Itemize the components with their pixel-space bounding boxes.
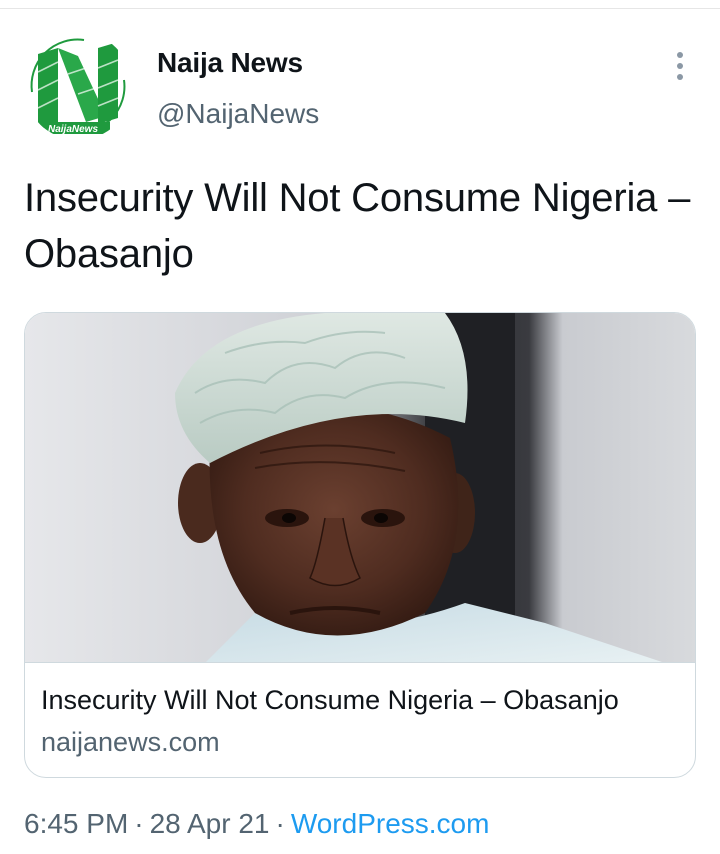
separator: · xyxy=(275,808,285,839)
link-card[interactable]: Insecurity Will Not Consume Nigeria – Ob… xyxy=(24,312,696,778)
tweet-time[interactable]: 6:45 PM xyxy=(24,808,128,839)
dot xyxy=(677,74,683,80)
card-image[interactable] xyxy=(25,313,695,663)
top-divider xyxy=(0,8,720,9)
card-domain: naijanews.com xyxy=(41,727,220,757)
tweet-text: Insecurity Will Not Consume Nigeria – Ob… xyxy=(24,176,691,276)
author-handle[interactable]: @NaijaNews xyxy=(157,98,319,130)
avatar[interactable]: NaijaNews xyxy=(24,32,132,140)
tweet-source-link[interactable]: WordPress.com xyxy=(291,808,490,839)
dot xyxy=(677,63,683,69)
separator: · xyxy=(134,808,144,839)
tweet-date[interactable]: 28 Apr 21 xyxy=(150,808,270,839)
dot xyxy=(677,52,683,58)
author-name[interactable]: Naija News xyxy=(157,47,303,79)
card-title[interactable]: Insecurity Will Not Consume Nigeria – Ob… xyxy=(41,685,691,716)
naija-news-logo: NaijaNews xyxy=(24,32,132,140)
portrait-image xyxy=(25,313,695,662)
more-options-icon[interactable] xyxy=(664,50,696,82)
svg-text:NaijaNews: NaijaNews xyxy=(48,124,98,135)
tweet-meta: 6:45 PM · 28 Apr 21 · WordPress.com xyxy=(24,808,489,840)
